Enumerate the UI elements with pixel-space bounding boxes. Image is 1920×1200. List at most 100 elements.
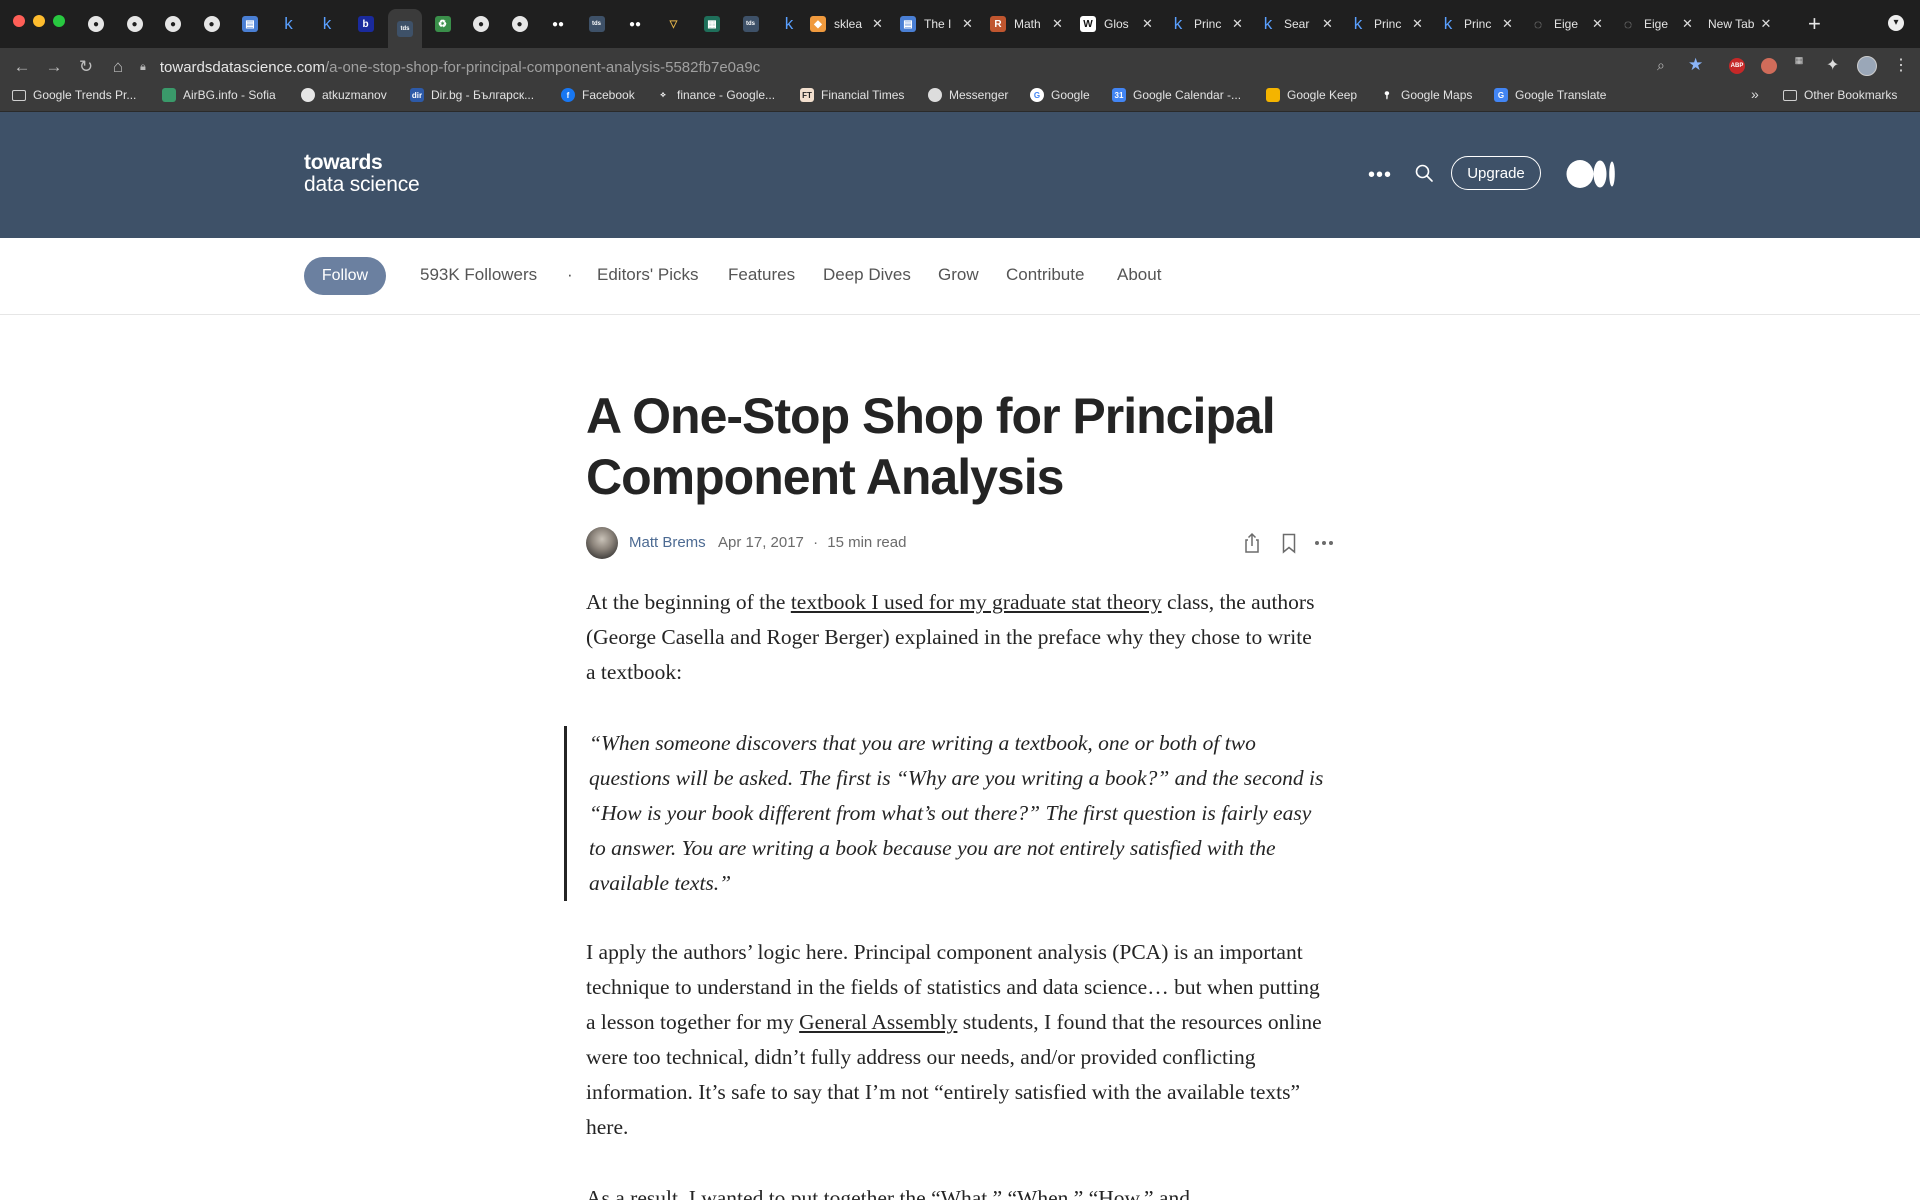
browser-tab[interactable]: k Princ ✕ [1350, 9, 1423, 39]
close-icon[interactable]: ✕ [1760, 16, 1771, 32]
home-button[interactable]: ⌂ [108, 57, 128, 77]
browser-tab[interactable]: k [319, 9, 335, 39]
upgrade-button[interactable]: Upgrade [1451, 156, 1541, 190]
bookmark-icon[interactable] [1277, 531, 1301, 555]
nav-features[interactable]: Features [728, 265, 795, 285]
more-bookmarks-icon[interactable]: » [1751, 86, 1759, 102]
bookmark-item[interactable]: FT Financial Times [800, 86, 904, 104]
kaggle-icon: k [1263, 14, 1273, 33]
nav-editors-picks[interactable]: Editors' Picks [597, 265, 699, 285]
browser-tab[interactable]: ◆ sklea ✕ [810, 9, 883, 39]
tab-search-button[interactable]: ▾ [1888, 15, 1904, 31]
browser-tab[interactable]: k Sear ✕ [1260, 9, 1333, 39]
close-icon[interactable]: ✕ [1592, 16, 1603, 32]
search-icon[interactable] [1414, 163, 1434, 183]
vue-icon: ▽ [669, 18, 678, 30]
browser-tab[interactable]: ▤ [242, 9, 258, 39]
browser-tab[interactable]: ● [88, 9, 104, 39]
airbg-icon [162, 88, 176, 102]
bookmark-item[interactable]: AirBG.info - Sofia [162, 86, 276, 104]
bookmark-item[interactable]: 31 Google Calendar -... [1112, 86, 1241, 104]
kaggle-icon: k [284, 14, 293, 33]
nav-contribute[interactable]: Contribute [1006, 265, 1084, 285]
bookmark-item[interactable]: f Facebook [561, 86, 635, 104]
followers-count[interactable]: 593K Followers [420, 265, 537, 285]
browser-tab[interactable]: ●● [627, 9, 643, 39]
close-icon[interactable]: ✕ [1232, 16, 1243, 32]
other-bookmarks[interactable]: Other Bookmarks [1783, 86, 1897, 104]
bookmark-item[interactable]: atkuzmanov [301, 86, 387, 104]
bookmark-item[interactable]: G Google Translate [1494, 86, 1606, 104]
zoom-icon[interactable]: ⌕ [1657, 57, 1665, 74]
browser-tab[interactable]: tds [742, 9, 759, 39]
browser-tab[interactable]: ▽ [666, 9, 682, 39]
new-tab-button[interactable]: + [1808, 11, 1821, 37]
profile-avatar[interactable] [1857, 56, 1877, 76]
tab-new-tab[interactable]: New Tab ✕ [1708, 9, 1771, 39]
close-icon[interactable]: ✕ [1682, 16, 1693, 32]
more-actions-icon[interactable] [1312, 531, 1336, 555]
browser-tab[interactable]: R Math ✕ [990, 9, 1063, 39]
share-icon[interactable] [1240, 531, 1264, 555]
browser-tab[interactable]: ◌ Eige ✕ [1530, 9, 1603, 39]
extension-icon[interactable] [1761, 58, 1777, 74]
bookmark-item[interactable]: Messenger [928, 86, 1008, 104]
browser-tab[interactable]: ♻ [434, 9, 451, 39]
more-options-icon[interactable]: ••• [1368, 164, 1392, 187]
author-avatar[interactable] [586, 527, 618, 559]
browser-tab[interactable]: ▤ The I ✕ [900, 9, 973, 39]
back-button[interactable]: ← [12, 57, 32, 77]
ft-icon: FT [800, 88, 814, 102]
bookmark-item[interactable]: Google Keep [1266, 86, 1357, 104]
textbook-link[interactable]: textbook I used for my graduate stat the… [791, 590, 1162, 614]
forward-button[interactable]: → [44, 57, 64, 77]
bookmark-item[interactable]: Google Trends Pr... [12, 86, 136, 104]
bookmark-item[interactable]: 📍︎ Google Maps [1380, 86, 1472, 104]
close-icon[interactable]: ✕ [872, 16, 883, 32]
browser-tab[interactable]: ● [473, 9, 489, 39]
close-window-button[interactable] [13, 15, 25, 27]
browser-tab[interactable]: ● [165, 9, 181, 39]
browser-menu-icon[interactable]: ⋮ [1893, 55, 1909, 75]
publish-date: Apr 17, 2017 [718, 534, 804, 551]
reload-button[interactable]: ↻ [76, 57, 96, 77]
minimize-window-button[interactable] [33, 15, 45, 27]
browser-tab[interactable]: ● [203, 9, 220, 39]
browser-tab[interactable]: k Princ ✕ [1440, 9, 1513, 39]
general-assembly-link[interactable]: General Assembly [799, 1010, 957, 1034]
close-icon[interactable]: ✕ [1052, 16, 1063, 32]
adblock-icon[interactable]: ABP [1729, 58, 1745, 74]
nav-deep-dives[interactable]: Deep Dives [823, 265, 911, 285]
close-icon[interactable]: ✕ [1412, 16, 1423, 32]
browser-tab[interactable]: ● [511, 9, 528, 39]
nav-about[interactable]: About [1117, 265, 1161, 285]
close-icon[interactable]: ✕ [1142, 16, 1153, 32]
browser-tab[interactable]: tds [588, 9, 605, 39]
medium-logo-icon[interactable] [1566, 159, 1616, 189]
nav-grow[interactable]: Grow [938, 265, 979, 285]
browser-tab[interactable]: ● [126, 9, 143, 39]
browser-tab[interactable]: tds [388, 9, 422, 48]
browser-tab[interactable]: ▦ [704, 9, 720, 39]
towards-data-science-logo[interactable]: towards data science [304, 152, 420, 196]
browser-tab[interactable]: W Glos ✕ [1080, 9, 1153, 39]
browser-tab[interactable]: k [781, 9, 797, 39]
bookmark-item[interactable]: dir Dir.bg - Българск... [410, 86, 534, 104]
follow-button[interactable]: Follow [304, 257, 386, 295]
clock-extension-icon[interactable]: ▦ [1790, 56, 1808, 74]
bookmark-item[interactable]: ⟡ finance - Google... [656, 86, 775, 104]
bookmark-item[interactable]: G Google [1030, 86, 1090, 104]
close-icon[interactable]: ✕ [1502, 16, 1513, 32]
close-icon[interactable]: ✕ [962, 16, 973, 32]
maximize-window-button[interactable] [53, 15, 65, 27]
browser-tab[interactable]: k [281, 9, 297, 39]
author-name[interactable]: Matt Brems [629, 534, 706, 551]
publication-header: towards data science ••• Upgrade [0, 112, 1920, 238]
browser-tab[interactable]: k Princ ✕ [1170, 9, 1243, 39]
browser-tab[interactable]: ●● [550, 9, 566, 39]
close-icon[interactable]: ✕ [1322, 16, 1333, 32]
browser-tab[interactable]: b [357, 9, 374, 39]
browser-tab[interactable]: ◌ Eige ✕ [1620, 9, 1693, 39]
puzzle-icon[interactable]: ✦ [1826, 55, 1839, 75]
bookmark-star-icon[interactable]: ★ [1688, 55, 1703, 75]
